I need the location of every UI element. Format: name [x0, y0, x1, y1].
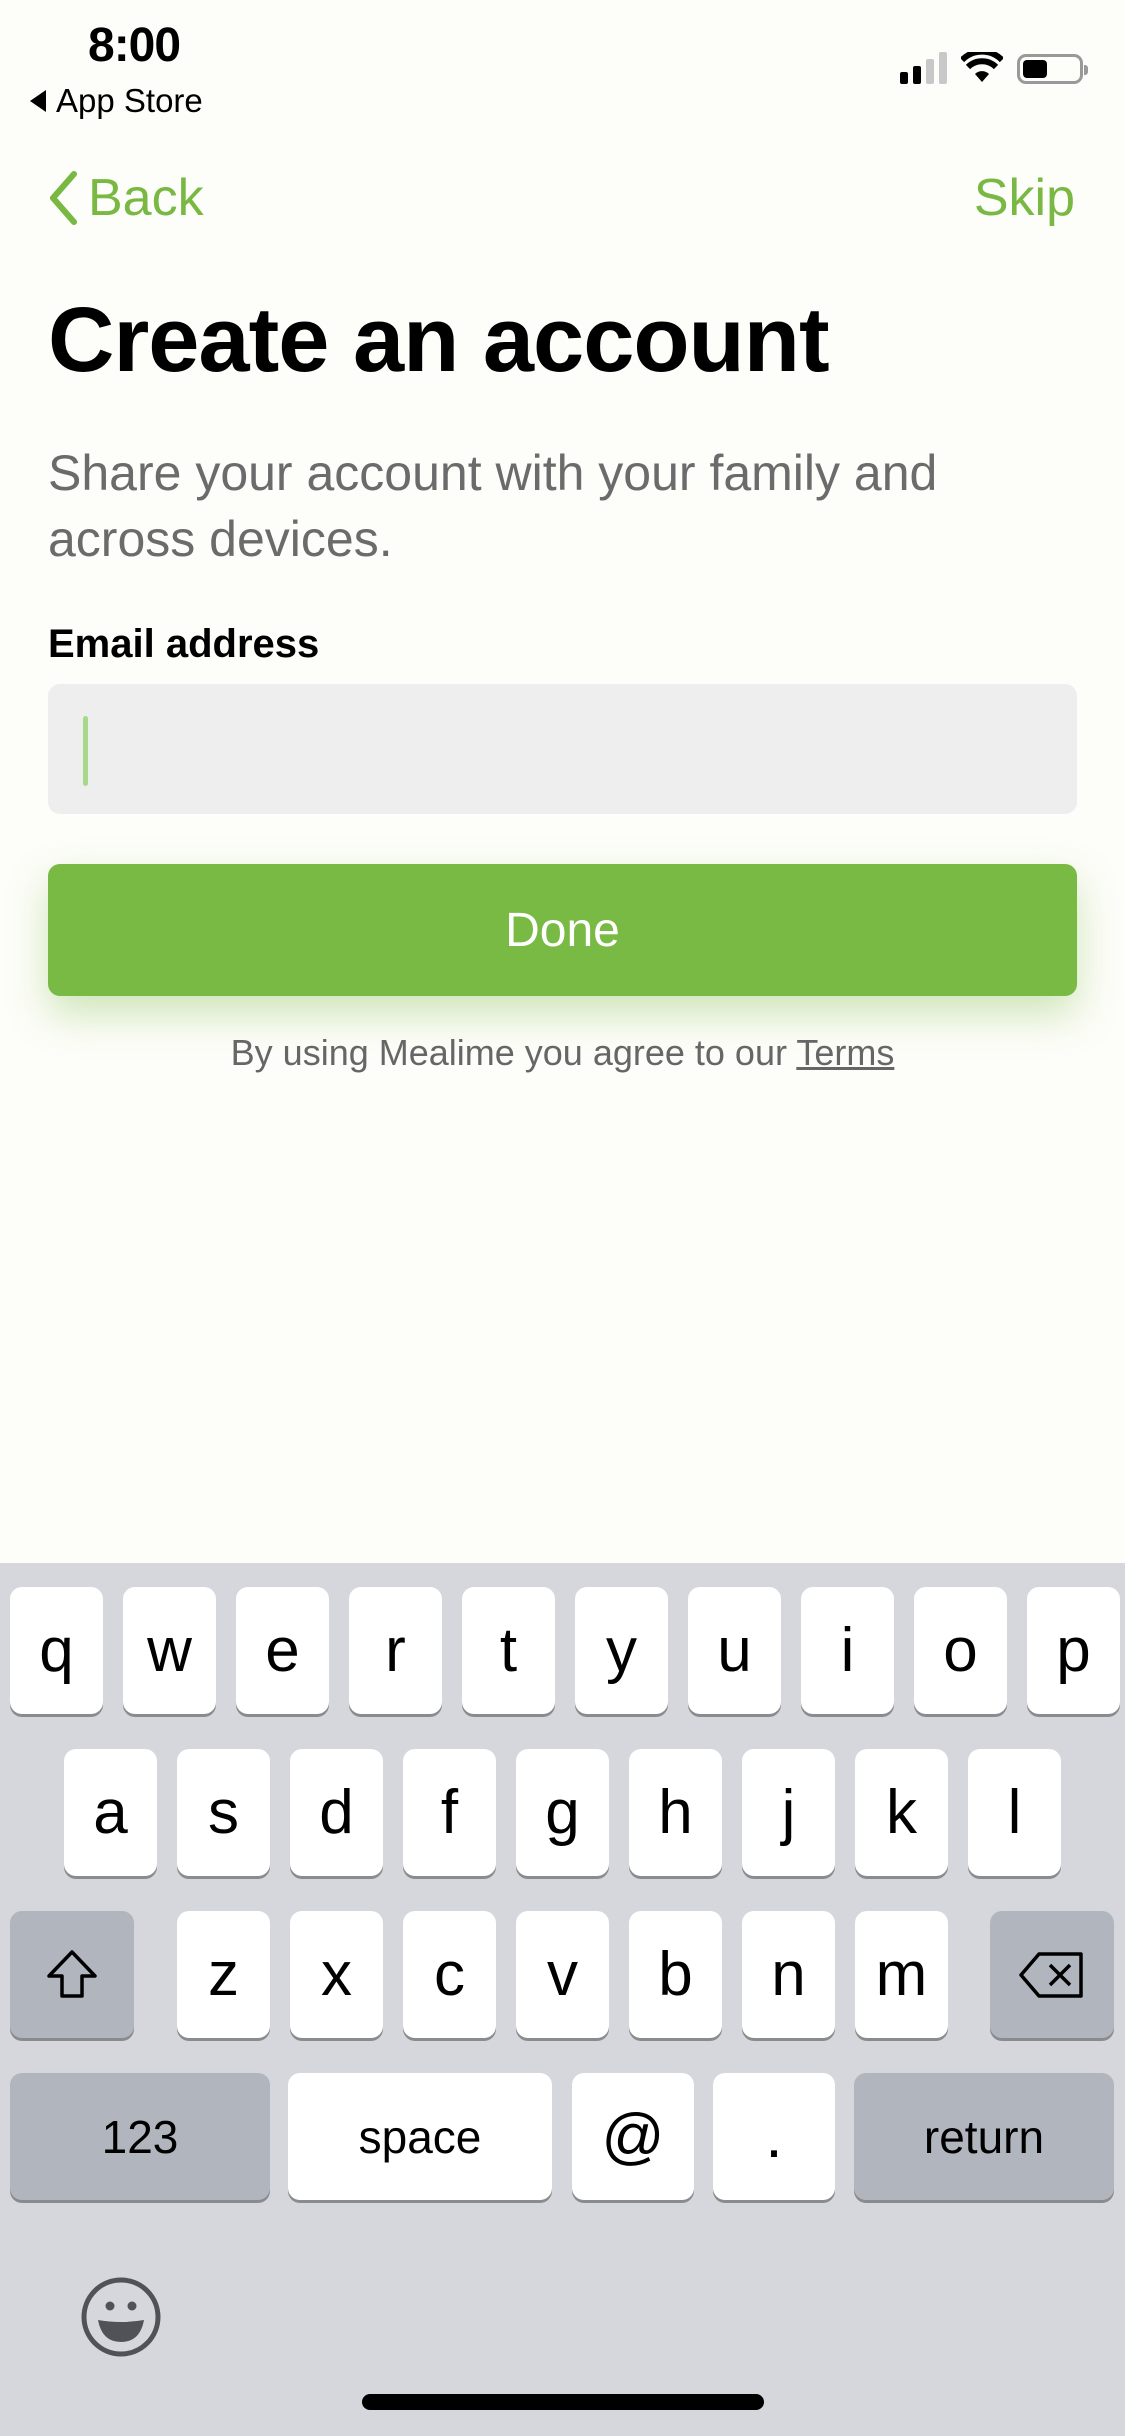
delete-icon — [1019, 1951, 1083, 1998]
return-key[interactable]: return — [854, 2073, 1114, 2200]
wifi-icon — [961, 52, 1003, 82]
at-key[interactable]: @ — [572, 2073, 694, 2200]
key-g[interactable]: g — [516, 1749, 609, 1876]
terms-notice: By using Mealime you agree to our Terms — [0, 1032, 1125, 1074]
key-c[interactable]: c — [403, 1911, 496, 2038]
key-t[interactable]: t — [462, 1587, 555, 1714]
done-button[interactable]: Done — [48, 864, 1077, 996]
key-b[interactable]: b — [629, 1911, 722, 2038]
shift-key[interactable] — [10, 1911, 134, 2038]
cellular-signal-icon — [900, 52, 947, 84]
text-cursor — [83, 716, 88, 786]
status-time: 8:00 — [88, 19, 181, 72]
key-e[interactable]: e — [236, 1587, 329, 1714]
delete-key[interactable] — [990, 1911, 1114, 2038]
key-z[interactable]: z — [177, 1911, 270, 2038]
space-key[interactable]: space — [288, 2073, 552, 2200]
key-y[interactable]: y — [575, 1587, 668, 1714]
numbers-key[interactable]: 123 — [10, 2073, 270, 2200]
terms-link[interactable]: Terms — [796, 1032, 894, 1073]
key-h[interactable]: h — [629, 1749, 722, 1876]
key-s[interactable]: s — [177, 1749, 270, 1876]
key-u[interactable]: u — [688, 1587, 781, 1714]
key-k[interactable]: k — [855, 1749, 948, 1876]
terms-prefix: By using Mealime you agree to our — [230, 1032, 797, 1073]
key-a[interactable]: a — [64, 1749, 157, 1876]
back-app-label: App Store — [56, 82, 203, 119]
key-r[interactable]: r — [349, 1587, 442, 1714]
key-i[interactable]: i — [801, 1587, 894, 1714]
key-x[interactable]: x — [290, 1911, 383, 2038]
page-subtitle: Share your account with your family and … — [48, 445, 938, 567]
key-m[interactable]: m — [855, 1911, 948, 2038]
home-indicator — [362, 2394, 764, 2410]
key-w[interactable]: w — [123, 1587, 216, 1714]
key-d[interactable]: d — [290, 1749, 383, 1876]
key-n[interactable]: n — [742, 1911, 835, 2038]
battery-icon — [1017, 54, 1088, 84]
key-p[interactable]: p — [1027, 1587, 1120, 1714]
status-icons — [900, 52, 1088, 84]
back-to-app-link[interactable]: App Store — [30, 82, 203, 120]
keyboard: qwertyuiop asdfghjkl zxcvbnm 123 space @… — [0, 1563, 1125, 2436]
key-q[interactable]: q — [10, 1587, 103, 1714]
shift-icon — [47, 1949, 97, 1998]
back-button[interactable]: Back — [48, 168, 204, 228]
email-label: Email address — [48, 622, 320, 666]
emoji-icon[interactable] — [80, 2276, 162, 2358]
key-f[interactable]: f — [403, 1749, 496, 1876]
back-triangle-icon — [30, 90, 46, 112]
key-j[interactable]: j — [742, 1749, 835, 1876]
dot-key[interactable]: . — [713, 2073, 835, 2200]
page-title: Create an account — [48, 289, 830, 391]
chevron-left-icon — [50, 171, 77, 225]
email-field[interactable] — [48, 684, 1077, 814]
skip-button[interactable]: Skip — [974, 168, 1075, 228]
key-v[interactable]: v — [516, 1911, 609, 2038]
key-l[interactable]: l — [968, 1749, 1061, 1876]
back-label: Back — [88, 169, 204, 227]
key-o[interactable]: o — [914, 1587, 1007, 1714]
